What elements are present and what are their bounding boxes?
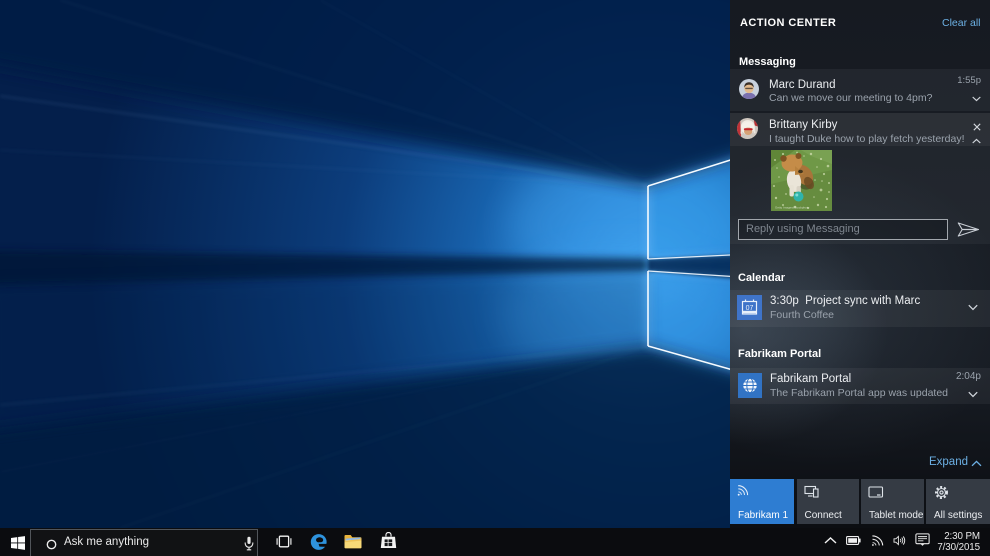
svg-text:Getty Images/iStockphoto: Getty Images/iStockphoto — [775, 206, 810, 210]
svg-text:07: 07 — [746, 305, 754, 312]
